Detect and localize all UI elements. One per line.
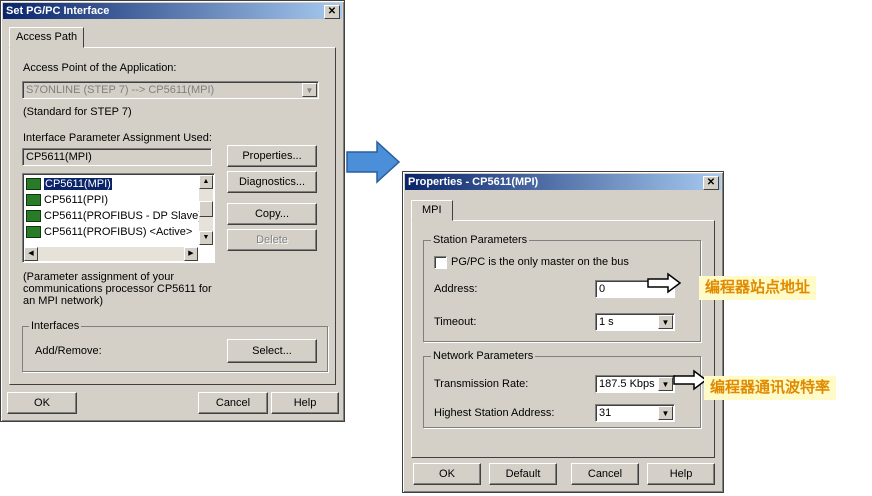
tab-access-path[interactable]: Access Path — [9, 27, 85, 48]
scroll-thumb[interactable] — [199, 201, 213, 217]
cancel-button[interactable]: Cancel — [571, 463, 639, 485]
station-parameters-title: Station Parameters — [431, 234, 530, 246]
title-bar: Set PG/PC Interface ✕ — [3, 3, 342, 19]
select-button[interactable]: Select... — [227, 339, 317, 363]
scroll-right-icon[interactable]: ▶ — [184, 247, 198, 261]
network-card-icon — [26, 194, 41, 207]
description-text: (Parameter assignment of your communicat… — [23, 271, 212, 307]
highest-address-value: 31 — [599, 407, 612, 419]
help-button[interactable]: Help — [647, 463, 715, 485]
vertical-scrollbar[interactable]: ▲ ▼ — [199, 175, 213, 245]
param-assignment-value: CP5611(MPI) — [26, 151, 92, 163]
close-icon[interactable]: ✕ — [324, 5, 340, 19]
param-assignment-label: Interface Parameter Assignment Used: — [23, 132, 212, 144]
access-point-value: S7ONLINE (STEP 7) --> CP5611(MPI) — [26, 84, 215, 96]
network-card-icon — [26, 210, 41, 223]
station-address-annotation: 编程器站点地址 — [699, 276, 817, 300]
list-item[interactable]: CP5611(MPI) — [26, 176, 112, 192]
list-item[interactable]: CP5611(PROFIBUS - DP Slave) — [26, 208, 202, 224]
annotation-arrow-icon — [673, 369, 708, 391]
standard-note: (Standard for STEP 7) — [23, 106, 132, 118]
param-assignment-field[interactable]: CP5611(MPI) — [22, 148, 212, 166]
help-button[interactable]: Help — [271, 392, 339, 414]
horizontal-scrollbar[interactable]: ◀ ▶ — [24, 247, 198, 261]
diagnostics-button[interactable]: Diagnostics... — [227, 171, 317, 193]
close-icon[interactable]: ✕ — [703, 176, 719, 190]
transmission-rate-value: 187.5 Kbps — [599, 378, 655, 390]
copy-button[interactable]: Copy... — [227, 203, 317, 225]
network-card-icon — [26, 226, 41, 239]
timeout-value: 1 s — [599, 316, 614, 328]
chevron-down-icon[interactable]: ▼ — [658, 406, 673, 420]
chevron-down-icon[interactable]: ▼ — [302, 83, 317, 97]
scroll-down-icon[interactable]: ▼ — [199, 231, 213, 245]
chevron-down-icon[interactable]: ▼ — [658, 315, 673, 329]
tab-mpi[interactable]: MPI — [411, 200, 453, 221]
baud-rate-annotation: 编程器通讯波特率 — [704, 376, 837, 400]
network-card-icon — [26, 178, 41, 191]
annotation-arrow-icon — [647, 272, 682, 294]
access-point-select[interactable]: S7ONLINE (STEP 7) --> CP5611(MPI) ▼ — [22, 81, 319, 99]
list-item[interactable]: CP5611(PPI) — [26, 192, 108, 208]
add-remove-label: Add/Remove: — [35, 345, 102, 357]
scroll-up-icon[interactable]: ▲ — [199, 175, 213, 189]
access-point-label: Access Point of the Application: — [23, 62, 177, 74]
chevron-down-icon[interactable]: ▼ — [658, 377, 673, 391]
dialog-title: Set PG/PC Interface — [6, 5, 110, 17]
set-pgpc-interface-dialog: Set PG/PC Interface ✕ Access Path Access… — [0, 0, 345, 422]
dialog-title: Properties - CP5611(MPI) — [408, 176, 539, 188]
timeout-label: Timeout: — [434, 316, 477, 328]
interface-list[interactable]: CP5611(MPI) CP5611(PPI) CP5611(PROFIBUS … — [22, 173, 215, 263]
only-master-checkbox[interactable] — [434, 256, 447, 269]
properties-button[interactable]: Properties... — [227, 145, 317, 167]
delete-button[interactable]: Delete — [227, 229, 317, 251]
properties-cp5611-dialog: Properties - CP5611(MPI) ✕ MPI Station P… — [402, 171, 724, 493]
scroll-left-icon[interactable]: ◀ — [24, 247, 38, 261]
transmission-rate-label: Transmission Rate: — [434, 378, 529, 390]
network-parameters-title: Network Parameters — [431, 350, 536, 362]
title-bar: Properties - CP5611(MPI) ✕ — [405, 174, 721, 190]
highest-address-select[interactable]: 31 ▼ — [595, 404, 675, 422]
list-item[interactable]: CP5611(PROFIBUS) <Active> — [26, 224, 192, 240]
address-label: Address: — [434, 283, 478, 295]
interfaces-group-title: Interfaces — [29, 320, 82, 332]
transmission-rate-select[interactable]: 187.5 Kbps ▼ — [595, 375, 675, 393]
ok-button[interactable]: OK — [7, 392, 77, 414]
timeout-select[interactable]: 1 s ▼ — [595, 313, 675, 331]
flow-arrow-icon — [346, 140, 401, 184]
cancel-button[interactable]: Cancel — [198, 392, 268, 414]
address-value: 0 — [599, 283, 606, 295]
highest-address-label: Highest Station Address: — [434, 407, 555, 419]
ok-button[interactable]: OK — [413, 463, 481, 485]
only-master-label: PG/PC is the only master on the bus — [451, 256, 629, 268]
default-button[interactable]: Default — [489, 463, 557, 485]
